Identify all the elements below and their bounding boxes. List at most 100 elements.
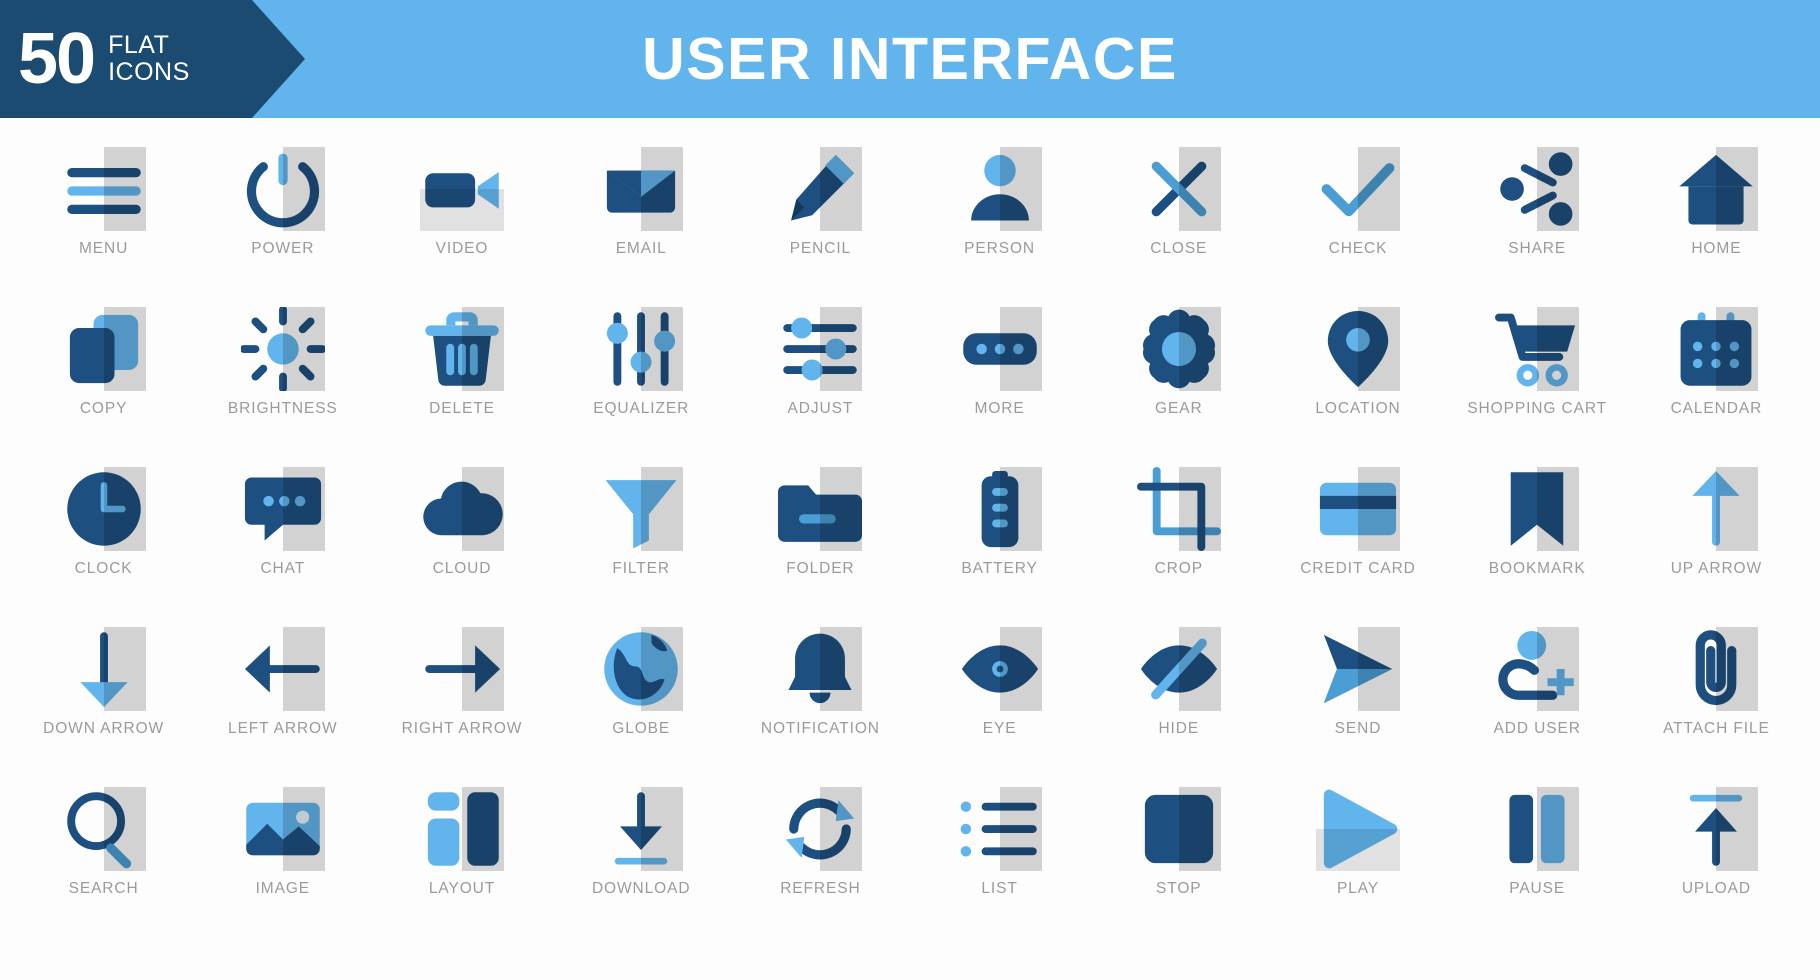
home-icon[interactable] (1671, 144, 1761, 234)
right-arrow-icon[interactable] (417, 624, 507, 714)
add-user-icon[interactable] (1492, 624, 1582, 714)
icon-cell-send[interactable]: SEND (1268, 610, 1447, 770)
globe-icon[interactable] (596, 624, 686, 714)
icon-cell-list[interactable]: LIST (910, 770, 1089, 930)
crop-icon[interactable] (1134, 464, 1224, 554)
icon-cell-home[interactable]: HOME (1627, 130, 1806, 290)
icon-cell-layout[interactable]: LAYOUT (372, 770, 551, 930)
icon-cell-video[interactable]: VIDEO (372, 130, 551, 290)
notification-icon[interactable] (775, 624, 865, 714)
filter-icon[interactable] (596, 464, 686, 554)
icon-cell-left-arrow[interactable]: LEFT ARROW (193, 610, 372, 770)
icon-cell-pause[interactable]: PAUSE (1448, 770, 1627, 930)
icon-cell-add-user[interactable]: ADD USER (1448, 610, 1627, 770)
stop-icon[interactable] (1134, 784, 1224, 874)
brightness-icon[interactable] (238, 304, 328, 394)
check-icon[interactable] (1313, 144, 1403, 234)
icon-cell-right-arrow[interactable]: RIGHT ARROW (372, 610, 551, 770)
refresh-icon[interactable] (775, 784, 865, 874)
eye-icon[interactable] (955, 624, 1045, 714)
search-icon[interactable] (59, 784, 149, 874)
attach-file-icon[interactable] (1671, 624, 1761, 714)
cloud-icon[interactable] (417, 464, 507, 554)
icon-cell-check[interactable]: CHECK (1268, 130, 1447, 290)
icon-cell-share[interactable]: SHARE (1448, 130, 1627, 290)
icon-cell-location[interactable]: LOCATION (1268, 290, 1447, 450)
icon-cell-credit-card[interactable]: CREDIT CARD (1268, 450, 1447, 610)
left-arrow-icon[interactable] (238, 624, 328, 714)
icon-cell-calendar[interactable]: CALENDAR (1627, 290, 1806, 450)
icon-cell-delete[interactable]: DELETE (372, 290, 551, 450)
icon-cell-up-arrow[interactable]: UP ARROW (1627, 450, 1806, 610)
icon-cell-pencil[interactable]: PENCIL (731, 130, 910, 290)
clock-icon[interactable] (59, 464, 149, 554)
icon-cell-clock[interactable]: CLOCK (14, 450, 193, 610)
icon-cell-cloud[interactable]: CLOUD (372, 450, 551, 610)
pause-icon[interactable] (1492, 784, 1582, 874)
icon-cell-more[interactable]: MORE (910, 290, 1089, 450)
icon-cell-close[interactable]: CLOSE (1089, 130, 1268, 290)
icon-cell-image[interactable]: IMAGE (193, 770, 372, 930)
icon-cell-menu[interactable]: MENU (14, 130, 193, 290)
battery-icon[interactable] (955, 464, 1045, 554)
icon-cell-attach-file[interactable]: ATTACH FILE (1627, 610, 1806, 770)
icon-cell-brightness[interactable]: BRIGHTNESS (193, 290, 372, 450)
icon-cell-person[interactable]: PERSON (910, 130, 1089, 290)
equalizer-icon[interactable] (596, 304, 686, 394)
icon-cell-stop[interactable]: STOP (1089, 770, 1268, 930)
power-icon[interactable] (238, 144, 328, 234)
list-icon[interactable] (955, 784, 1045, 874)
icon-cell-globe[interactable]: GLOBE (552, 610, 731, 770)
folder-icon[interactable] (775, 464, 865, 554)
icon-cell-copy[interactable]: COPY (14, 290, 193, 450)
icon-cell-upload[interactable]: UPLOAD (1627, 770, 1806, 930)
location-icon[interactable] (1313, 304, 1403, 394)
icon-cell-crop[interactable]: CROP (1089, 450, 1268, 610)
icon-cell-folder[interactable]: FOLDER (731, 450, 910, 610)
icon-cell-battery[interactable]: BATTERY (910, 450, 1089, 610)
icon-cell-hide[interactable]: HIDE (1089, 610, 1268, 770)
layout-icon[interactable] (417, 784, 507, 874)
menu-icon[interactable] (59, 144, 149, 234)
icon-cell-notification[interactable]: NOTIFICATION (731, 610, 910, 770)
down-arrow-icon[interactable] (59, 624, 149, 714)
download-icon[interactable] (596, 784, 686, 874)
icon-cell-refresh[interactable]: REFRESH (731, 770, 910, 930)
delete-icon[interactable] (417, 304, 507, 394)
icon-cell-bookmark[interactable]: BOOKMARK (1448, 450, 1627, 610)
image-icon[interactable] (238, 784, 328, 874)
email-icon[interactable] (596, 144, 686, 234)
icon-cell-search[interactable]: SEARCH (14, 770, 193, 930)
play-icon[interactable] (1313, 784, 1403, 874)
icon-cell-adjust[interactable]: ADJUST (731, 290, 910, 450)
send-icon[interactable] (1313, 624, 1403, 714)
gear-icon[interactable] (1134, 304, 1224, 394)
icon-cell-chat[interactable]: CHAT (193, 450, 372, 610)
icon-cell-power[interactable]: POWER (193, 130, 372, 290)
adjust-icon[interactable] (775, 304, 865, 394)
pencil-icon[interactable] (775, 144, 865, 234)
close-icon[interactable] (1134, 144, 1224, 234)
up-arrow-icon[interactable] (1671, 464, 1761, 554)
video-icon[interactable] (417, 144, 507, 234)
copy-icon[interactable] (59, 304, 149, 394)
icon-cell-eye[interactable]: EYE (910, 610, 1089, 770)
share-icon[interactable] (1492, 144, 1582, 234)
icon-cell-play[interactable]: PLAY (1268, 770, 1447, 930)
icon-cell-shopping-cart[interactable]: SHOPPING CART (1448, 290, 1627, 450)
credit-card-icon[interactable] (1313, 464, 1403, 554)
shopping-cart-icon[interactable] (1492, 304, 1582, 394)
chat-icon[interactable] (238, 464, 328, 554)
icon-cell-filter[interactable]: FILTER (552, 450, 731, 610)
more-icon[interactable] (955, 304, 1045, 394)
bookmark-icon[interactable] (1492, 464, 1582, 554)
icon-cell-email[interactable]: EMAIL (552, 130, 731, 290)
calendar-icon[interactable] (1671, 304, 1761, 394)
icon-cell-down-arrow[interactable]: DOWN ARROW (14, 610, 193, 770)
hide-icon[interactable] (1134, 624, 1224, 714)
icon-cell-gear[interactable]: GEAR (1089, 290, 1268, 450)
icon-cell-equalizer[interactable]: EQUALIZER (552, 290, 731, 450)
person-icon[interactable] (955, 144, 1045, 234)
icon-cell-download[interactable]: DOWNLOAD (552, 770, 731, 930)
upload-icon[interactable] (1671, 784, 1761, 874)
